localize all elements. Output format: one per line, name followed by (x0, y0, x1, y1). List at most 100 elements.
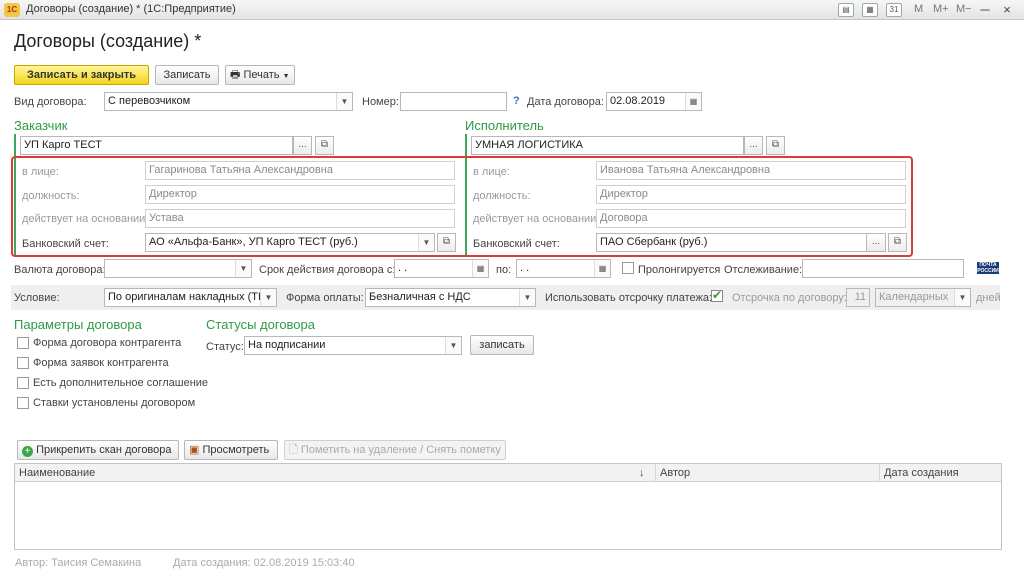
contractor-position-input[interactable]: Директор (596, 185, 906, 204)
page-title: Договоры (создание) * (14, 31, 202, 51)
window-title: Договоры (создание) * (1С:Предприятие) (26, 3, 236, 15)
param-label-3: Ставки установлены договором (33, 397, 196, 409)
document-icon[interactable]: ▤ (838, 3, 854, 17)
term-from-label: Срок действия договора с: (259, 264, 396, 276)
contractor-bank-input[interactable]: ПАО Сбербанк (руб.) (596, 233, 886, 252)
params-section-title: Параметры договора (14, 317, 142, 332)
minimize-button[interactable]: ─ (976, 1, 994, 19)
days-label: дней (976, 292, 1001, 304)
deferral-kind-value: Календарных (879, 291, 949, 303)
window-titlebar: 1С Договоры (создание) * (1С:Предприятие… (0, 0, 1024, 20)
save-close-button[interactable]: Записать и закрыть (14, 65, 149, 85)
customer-bank-select[interactable]: АО «Альфа-Банк», УП Карго ТЕСТ (руб.) ▼ (145, 233, 435, 252)
param-label-0: Форма договора контрагента (33, 337, 182, 349)
payment-form-value: Безналичная с НДС (369, 291, 471, 303)
mark-delete-button[interactable]: 🗋 Пометить на удаление / Снять пометку (284, 440, 506, 460)
contract-type-select[interactable]: С перевозчиком ▼ (104, 92, 353, 111)
contractor-select-button[interactable]: ... (744, 136, 763, 155)
column-date-header[interactable]: Дата создания (880, 464, 1001, 482)
tracking-label: Отслеживание: (724, 264, 803, 276)
delete-icon: 🗋 (289, 444, 298, 456)
memory-m-button[interactable]: M (914, 3, 923, 15)
number-label: Номер: (362, 96, 399, 108)
customer-person-input[interactable]: Гагаринова Татьяна Александровна (145, 161, 455, 180)
contractor-basis-input[interactable]: Договора (596, 209, 906, 228)
prolong-checkbox[interactable] (622, 262, 634, 274)
contractor-basis-label: действует на основании: (473, 213, 600, 225)
term-from-value: . . (398, 262, 408, 274)
term-to-value: . . (520, 262, 530, 274)
payment-form-label: Форма оплаты: (286, 292, 364, 304)
column-author-header[interactable]: Автор (656, 464, 880, 482)
help-icon[interactable]: ? (513, 95, 520, 107)
chevron-down-icon[interactable]: ▼ (445, 337, 461, 354)
condition-value: По оригиналам накладных (ТН (108, 291, 266, 303)
date-label: Дата договора: (527, 96, 604, 108)
status-save-button[interactable]: записать (470, 335, 534, 355)
deferral-days-input[interactable]: 11 (846, 288, 870, 307)
param-checkbox-1[interactable] (17, 357, 29, 369)
term-from-input[interactable]: . . ▦ (394, 259, 489, 278)
customer-bank-value: АО «Альфа-Банк», УП Карго ТЕСТ (руб.) (149, 236, 358, 248)
customer-section-title: Заказчик (14, 118, 68, 133)
term-to-input[interactable]: . . ▦ (516, 259, 611, 278)
condition-select[interactable]: По оригиналам накладных (ТН ▼ (104, 288, 277, 307)
russian-post-logo-icon[interactable]: ПОЧТА РОССИИ (977, 262, 999, 274)
chevron-down-icon[interactable]: ▼ (418, 234, 434, 251)
memory-minus-button[interactable]: M− (956, 3, 972, 15)
close-button[interactable]: × (998, 1, 1016, 19)
app-logo-icon: 1С (4, 3, 20, 17)
chevron-down-icon[interactable]: ▼ (519, 289, 535, 306)
contractor-person-input[interactable]: Иванова Татьяна Александровна (596, 161, 906, 180)
calendar-icon[interactable]: ▦ (594, 260, 610, 277)
customer-open-icon[interactable]: ⧉ (315, 136, 334, 155)
tracking-input[interactable] (802, 259, 964, 278)
column-name-header[interactable]: Наименование ↓ (15, 464, 656, 482)
param-checkbox-2[interactable] (17, 377, 29, 389)
customer-person-label: в лице: (22, 166, 59, 178)
customer-basis-input[interactable]: Устава (145, 209, 455, 228)
attach-scan-label: Прикрепить скан договора (36, 444, 172, 456)
contractor-bank-open-icon[interactable]: ⧉ (888, 233, 907, 252)
customer-basis-label: действует на основании: (22, 213, 149, 225)
deferral-checkbox[interactable] (711, 288, 723, 302)
param-checkbox-0[interactable] (17, 337, 29, 349)
save-button[interactable]: Записать (155, 65, 219, 85)
calendar-icon[interactable]: ▦ (472, 260, 488, 277)
chevron-down-icon: ▼ (282, 73, 290, 80)
calendar-icon[interactable]: 31 (886, 3, 902, 17)
print-button[interactable]: 🖶 Печать ▼ (225, 65, 295, 85)
chevron-down-icon[interactable]: ▼ (260, 289, 276, 306)
number-input[interactable] (400, 92, 507, 111)
calculator-icon[interactable]: ▦ (862, 3, 878, 17)
chevron-down-icon[interactable]: ▼ (954, 289, 970, 306)
contractor-name-input[interactable]: УМНАЯ ЛОГИСТИКА (471, 136, 744, 155)
calendar-icon[interactable]: ▦ (685, 93, 701, 110)
contractor-person-label: в лице: (473, 166, 510, 178)
contractor-open-icon[interactable]: ⧉ (766, 136, 785, 155)
deferral-label: Использовать отсрочку платежа: (545, 292, 713, 304)
memory-plus-button[interactable]: M+ (933, 3, 949, 15)
chevron-down-icon[interactable]: ▼ (336, 93, 352, 110)
param-checkbox-3[interactable] (17, 397, 29, 409)
contract-date-value: 02.08.2019 (610, 95, 666, 107)
status-select[interactable]: На подписании ▼ (244, 336, 462, 355)
customer-name-input[interactable]: УП Карго ТЕСТ (20, 136, 293, 155)
customer-position-input[interactable]: Директор (145, 185, 455, 204)
contractor-bank-select-button[interactable]: ... (866, 233, 886, 252)
payment-form-select[interactable]: Безналичная с НДС ▼ (365, 288, 536, 307)
status-value: На подписании (248, 339, 326, 351)
customer-select-button[interactable]: ... (293, 136, 312, 155)
contractor-position-label: должность: (473, 190, 531, 202)
deferral-kind-select[interactable]: Календарных ▼ (875, 288, 971, 307)
customer-bank-open-icon[interactable]: ⧉ (437, 233, 456, 252)
contract-date-input[interactable]: 02.08.2019 ▦ (606, 92, 702, 111)
attach-scan-button[interactable]: + Прикрепить скан договора (17, 440, 179, 460)
term-to-label: по: (496, 264, 512, 276)
currency-select[interactable]: ▼ (104, 259, 252, 278)
chevron-down-icon[interactable]: ▼ (235, 260, 251, 277)
view-icon: ▣ (189, 444, 200, 456)
contract-type-label: Вид договора: (14, 96, 87, 108)
attachments-table[interactable]: Наименование ↓ Автор Дата создания (14, 463, 1002, 550)
view-button[interactable]: ▣ Просмотреть (184, 440, 278, 460)
